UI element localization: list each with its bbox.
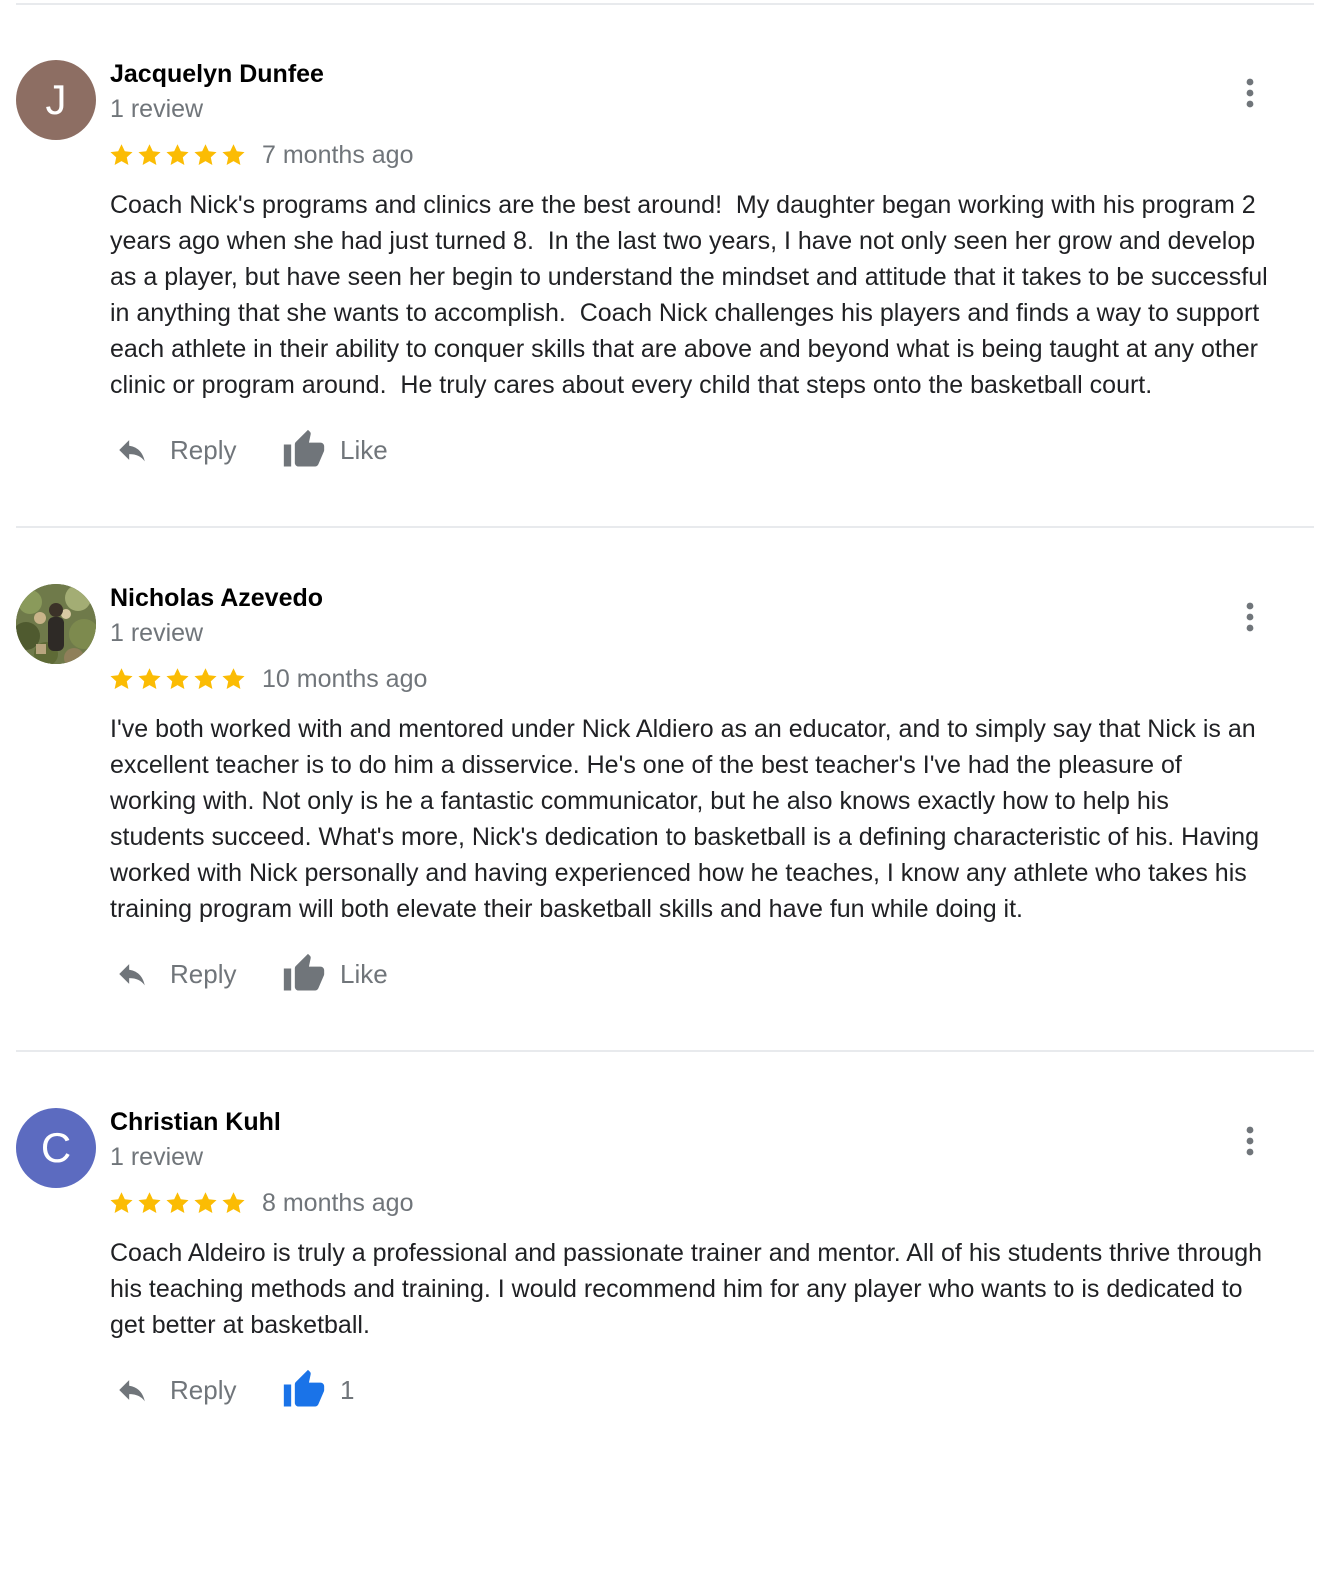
star-icon	[222, 143, 245, 165]
avatar[interactable]	[16, 584, 96, 664]
star-icon	[110, 143, 133, 165]
reviewer-name[interactable]: Nicholas Azevedo	[110, 584, 323, 613]
more-options-button[interactable]	[1234, 1122, 1266, 1160]
like-button[interactable]: Like	[280, 948, 388, 1000]
star-icon	[166, 1191, 189, 1213]
reply-icon	[119, 440, 145, 462]
review-text: Coach Nick's programs and clinics are th…	[110, 187, 1330, 403]
review-text-line: excellent teacher is to do him a disserv…	[110, 751, 1182, 779]
star-icon	[194, 667, 217, 689]
review-text-line: as a player, but have seen her begin to …	[110, 263, 1268, 291]
avatar[interactable]: J	[16, 60, 96, 140]
review-text-line: I've both worked with and mentored under…	[110, 715, 1256, 743]
reviewer-name[interactable]: Christian Kuhl	[110, 1108, 281, 1137]
review-text-line: get better at basketball.	[110, 1311, 370, 1339]
review-text-line: Coach Aldeiro is truly a professional an…	[110, 1239, 1263, 1267]
star-icon	[222, 1191, 245, 1213]
review-date: 10 months ago	[262, 665, 428, 693]
review-text-line: each athlete in their ability to conquer…	[110, 335, 1258, 363]
reply-icon	[119, 1380, 145, 1402]
star-icon	[110, 667, 133, 689]
review-text-line: students succeed. What's more, Nick's de…	[110, 823, 1259, 851]
star-icon	[194, 143, 217, 165]
review-count: 1 review	[110, 1143, 204, 1171]
more-vert-icon	[1246, 602, 1254, 632]
review-card: Nicholas Azevedo 1 review 10 months ago …	[0, 524, 1344, 1048]
review-count: 1 review	[110, 619, 204, 647]
profile-photo	[16, 584, 96, 664]
more-vert-icon	[1246, 78, 1254, 108]
like-button[interactable]: 1	[280, 1364, 354, 1416]
avatar-letter: C	[40, 1124, 72, 1171]
star-icon	[194, 1191, 217, 1213]
review-date: 8 months ago	[262, 1189, 414, 1217]
like-button[interactable]: Like	[280, 424, 388, 476]
review-text-line: clinic or program around. He truly cares…	[110, 371, 1153, 399]
thumbs-up-icon	[283, 1369, 325, 1407]
reply-label: Reply	[170, 958, 237, 989]
reply-label: Reply	[170, 1374, 237, 1405]
star-icon	[166, 143, 189, 165]
review-card: C Christian Kuhl 1 review 8 months ago C…	[0, 1048, 1344, 1572]
star-icon	[222, 667, 245, 689]
more-options-button[interactable]	[1234, 74, 1266, 112]
star-icon	[166, 667, 189, 689]
review-count: 1 review	[110, 95, 204, 123]
reviewer-name[interactable]: Jacquelyn Dunfee	[110, 60, 324, 89]
review-text-line: worked with Nick personally and having e…	[110, 859, 1247, 887]
star-icon	[110, 1191, 133, 1213]
avatar-letter: J	[45, 76, 67, 123]
star-rating	[108, 662, 248, 696]
review-text-line: his teaching methods and training. I wou…	[110, 1275, 1243, 1303]
like-count: 1	[340, 1374, 355, 1405]
star-icon	[138, 1191, 161, 1213]
star-icon	[138, 667, 161, 689]
more-options-button[interactable]	[1234, 598, 1266, 636]
reply-button[interactable]: Reply	[110, 948, 236, 1000]
like-label: Like	[340, 958, 388, 989]
review-text-line: training program will both elevate their…	[110, 895, 1024, 923]
reply-button[interactable]: Reply	[110, 424, 236, 476]
more-vert-icon	[1246, 1126, 1254, 1156]
thumbs-up-icon	[283, 953, 325, 991]
thumbs-up-icon	[283, 429, 325, 467]
review-text-line: in anything that she wants to accomplish…	[110, 299, 1260, 327]
review-text-line: years ago when she had just turned 8. In…	[110, 227, 1256, 255]
avatar[interactable]: C	[16, 1108, 96, 1188]
star-icon	[138, 143, 161, 165]
review-date: 7 months ago	[262, 141, 414, 169]
review-text: Coach Aldeiro is truly a professional an…	[110, 1235, 1330, 1343]
review-text-line: working with. Not only is he a fantastic…	[110, 787, 1169, 815]
reply-icon	[119, 964, 145, 986]
star-rating	[108, 138, 248, 172]
review-card: J Jacquelyn Dunfee 1 review 7 months ago…	[0, 0, 1344, 524]
reply-button[interactable]: Reply	[110, 1364, 236, 1416]
like-label: Like	[340, 434, 388, 465]
reply-label: Reply	[170, 434, 237, 465]
review-text-line: Coach Nick's programs and clinics are th…	[110, 191, 1256, 219]
star-rating	[108, 1186, 248, 1220]
review-text: I've both worked with and mentored under…	[110, 711, 1330, 927]
